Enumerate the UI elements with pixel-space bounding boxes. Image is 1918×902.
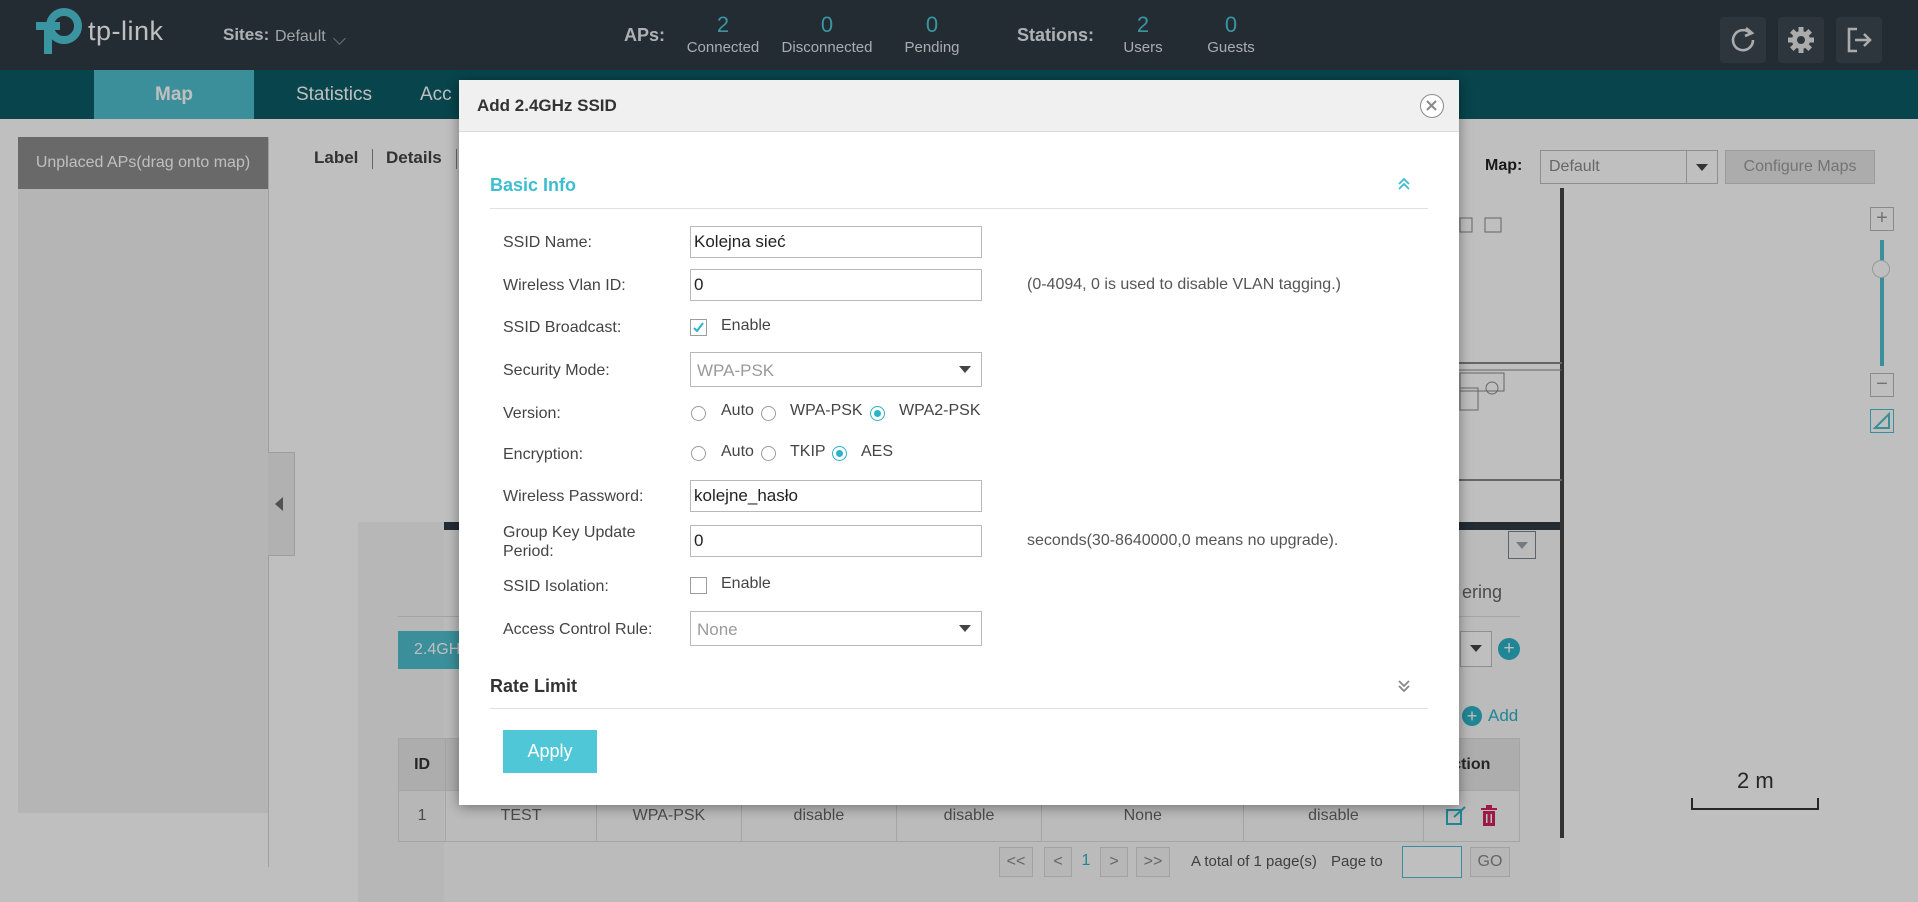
version-label: Version: [503,405,561,422]
group-key-input[interactable]: 0 [690,525,982,557]
group-key-label: Group Key Update [503,524,636,541]
add-ssid-dialog: Add 2.4GHz SSID Basic Info SSID Name: Ko… [459,80,1459,805]
chevron-double-down-icon[interactable] [1396,678,1412,694]
rate-limit-title[interactable]: Rate Limit [490,676,577,697]
version-auto-radio[interactable] [691,406,706,421]
version-wpa-psk-radio[interactable] [761,406,776,421]
vlan-id-input[interactable]: 0 [690,269,982,301]
ssid-name-label: SSID Name: [503,234,592,251]
checkmark-icon [693,322,704,333]
chevron-double-up-icon[interactable] [1396,176,1412,192]
vlan-id-label: Wireless Vlan ID: [503,277,626,294]
ssid-name-input[interactable]: Kolejna sieć [690,226,982,258]
access-control-select[interactable]: None [690,611,982,646]
encryption-auto-label: Auto [721,443,754,460]
security-mode-value: WPA-PSK [697,361,775,380]
section-divider [490,708,1428,709]
encryption-label: Encryption: [503,446,584,463]
section-divider [490,208,1428,209]
basic-info-title[interactable]: Basic Info [490,175,576,196]
wireless-password-label: Wireless Password: [503,488,644,505]
caret-down-icon [959,625,971,632]
version-wpa-psk-label: WPA-PSK [790,402,863,419]
ssid-broadcast-option: Enable [721,317,771,334]
close-button[interactable] [1420,94,1444,118]
encryption-auto-radio[interactable] [691,446,706,461]
version-auto-label: Auto [721,402,754,419]
ssid-isolation-checkbox[interactable] [690,577,707,594]
dialog-title: Add 2.4GHz SSID [477,96,617,115]
vlan-id-hint: (0-4094, 0 is used to disable VLAN taggi… [1027,276,1341,293]
ssid-isolation-label: SSID Isolation: [503,578,609,595]
apply-button[interactable]: Apply [503,730,597,773]
group-key-hint: seconds(30-8640000,0 means no upgrade). [1027,532,1339,549]
caret-down-icon [959,366,971,373]
dialog-header: Add 2.4GHz SSID [459,80,1459,132]
wireless-password-input[interactable]: kolejne_hasło [690,480,982,512]
security-mode-select[interactable]: WPA-PSK [690,352,982,387]
ssid-broadcast-label: SSID Broadcast: [503,319,622,336]
version-wpa2-psk-radio[interactable] [870,406,885,421]
encryption-tkip-label: TKIP [790,443,826,460]
close-icon [1426,100,1437,111]
encryption-tkip-radio[interactable] [761,446,776,461]
access-control-label: Access Control Rule: [503,621,653,638]
security-mode-label: Security Mode: [503,362,610,379]
ssid-broadcast-checkbox[interactable] [690,319,707,336]
encryption-aes-radio[interactable] [832,446,847,461]
ssid-isolation-option: Enable [721,575,771,592]
encryption-aes-label: AES [861,443,894,460]
access-control-value: None [697,620,738,639]
version-wpa2-psk-label: WPA2-PSK [899,402,981,419]
group-key-label-2: Period: [503,543,554,560]
